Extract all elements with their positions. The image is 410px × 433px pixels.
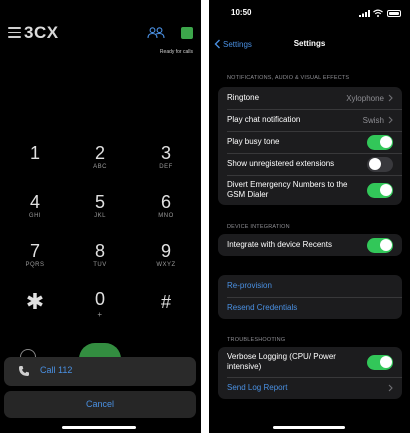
presence-status[interactable]: Ready for calls bbox=[145, 27, 195, 57]
key-3[interactable]: 3 DEF bbox=[146, 143, 186, 183]
settings-screen: 10:50 Settings Settings NOTIFICATIONS, A… bbox=[209, 0, 410, 433]
device-recents-row: Integrate with device Recents bbox=[218, 234, 402, 256]
send-log-report-row[interactable]: Send Log Report bbox=[218, 377, 402, 399]
section-header-device-integration: DEVICE INTEGRATION bbox=[227, 224, 290, 230]
unregistered-extensions-toggle[interactable] bbox=[367, 156, 393, 172]
chat-notification-label: Play chat notification bbox=[227, 115, 301, 124]
notifications-group: Ringtone Xylophone Play chat notificatio… bbox=[218, 87, 402, 205]
status-time: 10:50 bbox=[231, 8, 252, 17]
section-header-troubleshooting: TROUBLESHOOTING bbox=[227, 337, 286, 343]
logo-text-suffix: X bbox=[46, 23, 59, 42]
device-recents-toggle[interactable] bbox=[367, 237, 393, 253]
chat-notification-row[interactable]: Play chat notification Swish bbox=[218, 109, 402, 131]
back-button[interactable]: Settings bbox=[214, 39, 252, 49]
key-8[interactable]: 8 TUV bbox=[80, 241, 120, 281]
key-2[interactable]: 2 ABC bbox=[80, 143, 120, 183]
reprovision-label: Re-provision bbox=[227, 281, 272, 290]
divert-emergency-row: Divert Emergency Numbers to the GSM Dial… bbox=[218, 175, 402, 205]
resend-credentials-label: Resend Credentials bbox=[227, 303, 298, 312]
presence-status-square bbox=[181, 27, 193, 39]
back-button-label: Settings bbox=[223, 39, 252, 49]
unregistered-extensions-row: Show unregistered extensions bbox=[218, 153, 402, 175]
home-indicator[interactable] bbox=[273, 426, 345, 429]
key-1[interactable]: 1 bbox=[15, 143, 55, 183]
key-6[interactable]: 6 MNO bbox=[146, 192, 186, 232]
send-log-report-label: Send Log Report bbox=[227, 383, 288, 392]
key-4[interactable]: 4 GHI bbox=[15, 192, 55, 232]
ringtone-row[interactable]: Ringtone Xylophone bbox=[218, 87, 402, 109]
chevron-right-icon bbox=[388, 116, 393, 124]
dialer-screen: 3CX Ready for calls 1 2 ABC 3 DEF 4 GHI … bbox=[0, 0, 201, 433]
reprovision-row[interactable]: Re-provision bbox=[218, 275, 402, 297]
chat-notification-value: Swish bbox=[362, 115, 384, 125]
key-5[interactable]: 5 JKL bbox=[80, 192, 120, 232]
key-9[interactable]: 9 WXYZ bbox=[146, 241, 186, 281]
troubleshooting-group: Verbose Logging (CPU/ Power intensive) S… bbox=[218, 347, 402, 399]
key-0[interactable]: 0 + bbox=[80, 289, 120, 329]
home-indicator[interactable] bbox=[62, 426, 136, 429]
chevron-right-icon bbox=[388, 384, 393, 392]
chevron-right-icon bbox=[388, 94, 393, 102]
key-hash[interactable]: # bbox=[146, 292, 186, 332]
battery-icon bbox=[387, 10, 401, 17]
phone-icon bbox=[19, 366, 29, 376]
cancel-button[interactable]: Cancel bbox=[4, 391, 196, 418]
verbose-logging-toggle[interactable] bbox=[367, 354, 393, 370]
device-recents-label: Integrate with device Recents bbox=[227, 240, 332, 249]
wifi-icon bbox=[373, 9, 383, 17]
device-integration-group: Integrate with device Recents bbox=[218, 234, 402, 256]
key-7[interactable]: 7 PQRS bbox=[15, 241, 55, 281]
divert-emergency-label: Divert Emergency Numbers to the GSM Dial… bbox=[227, 180, 348, 199]
section-header-notifications: NOTIFICATIONS, AUDIO & VISUAL EFFECTS bbox=[227, 75, 350, 81]
resend-credentials-row[interactable]: Resend Credentials bbox=[218, 297, 402, 319]
logo-text-prefix: 3C bbox=[24, 23, 47, 42]
hamburger-menu-icon[interactable] bbox=[8, 27, 21, 38]
chevron-left-icon bbox=[214, 39, 220, 49]
busy-tone-toggle[interactable] bbox=[367, 134, 393, 150]
unregistered-extensions-label: Show unregistered extensions bbox=[227, 159, 335, 168]
busy-tone-row: Play busy tone bbox=[218, 131, 402, 153]
busy-tone-label: Play busy tone bbox=[227, 137, 280, 146]
call-112-label: Call 112 bbox=[40, 365, 73, 375]
divert-emergency-toggle[interactable] bbox=[367, 182, 393, 198]
verbose-logging-label: Verbose Logging (CPU/ Power intensive) bbox=[227, 352, 336, 371]
app-logo: 3CX bbox=[24, 23, 59, 43]
cellular-signal-icon bbox=[359, 10, 370, 17]
call-112-option[interactable]: Call 112 bbox=[4, 357, 196, 386]
presence-status-text: Ready for calls bbox=[159, 49, 193, 55]
ringtone-value: Xylophone bbox=[346, 93, 384, 103]
key-star[interactable]: ✱ bbox=[15, 291, 55, 332]
verbose-logging-row: Verbose Logging (CPU/ Power intensive) bbox=[218, 347, 402, 377]
ringtone-label: Ringtone bbox=[227, 93, 260, 102]
people-icon bbox=[147, 27, 165, 39]
credentials-group: Re-provision Resend Credentials bbox=[218, 275, 402, 319]
ios-status-bar: 10:50 bbox=[209, 0, 410, 22]
